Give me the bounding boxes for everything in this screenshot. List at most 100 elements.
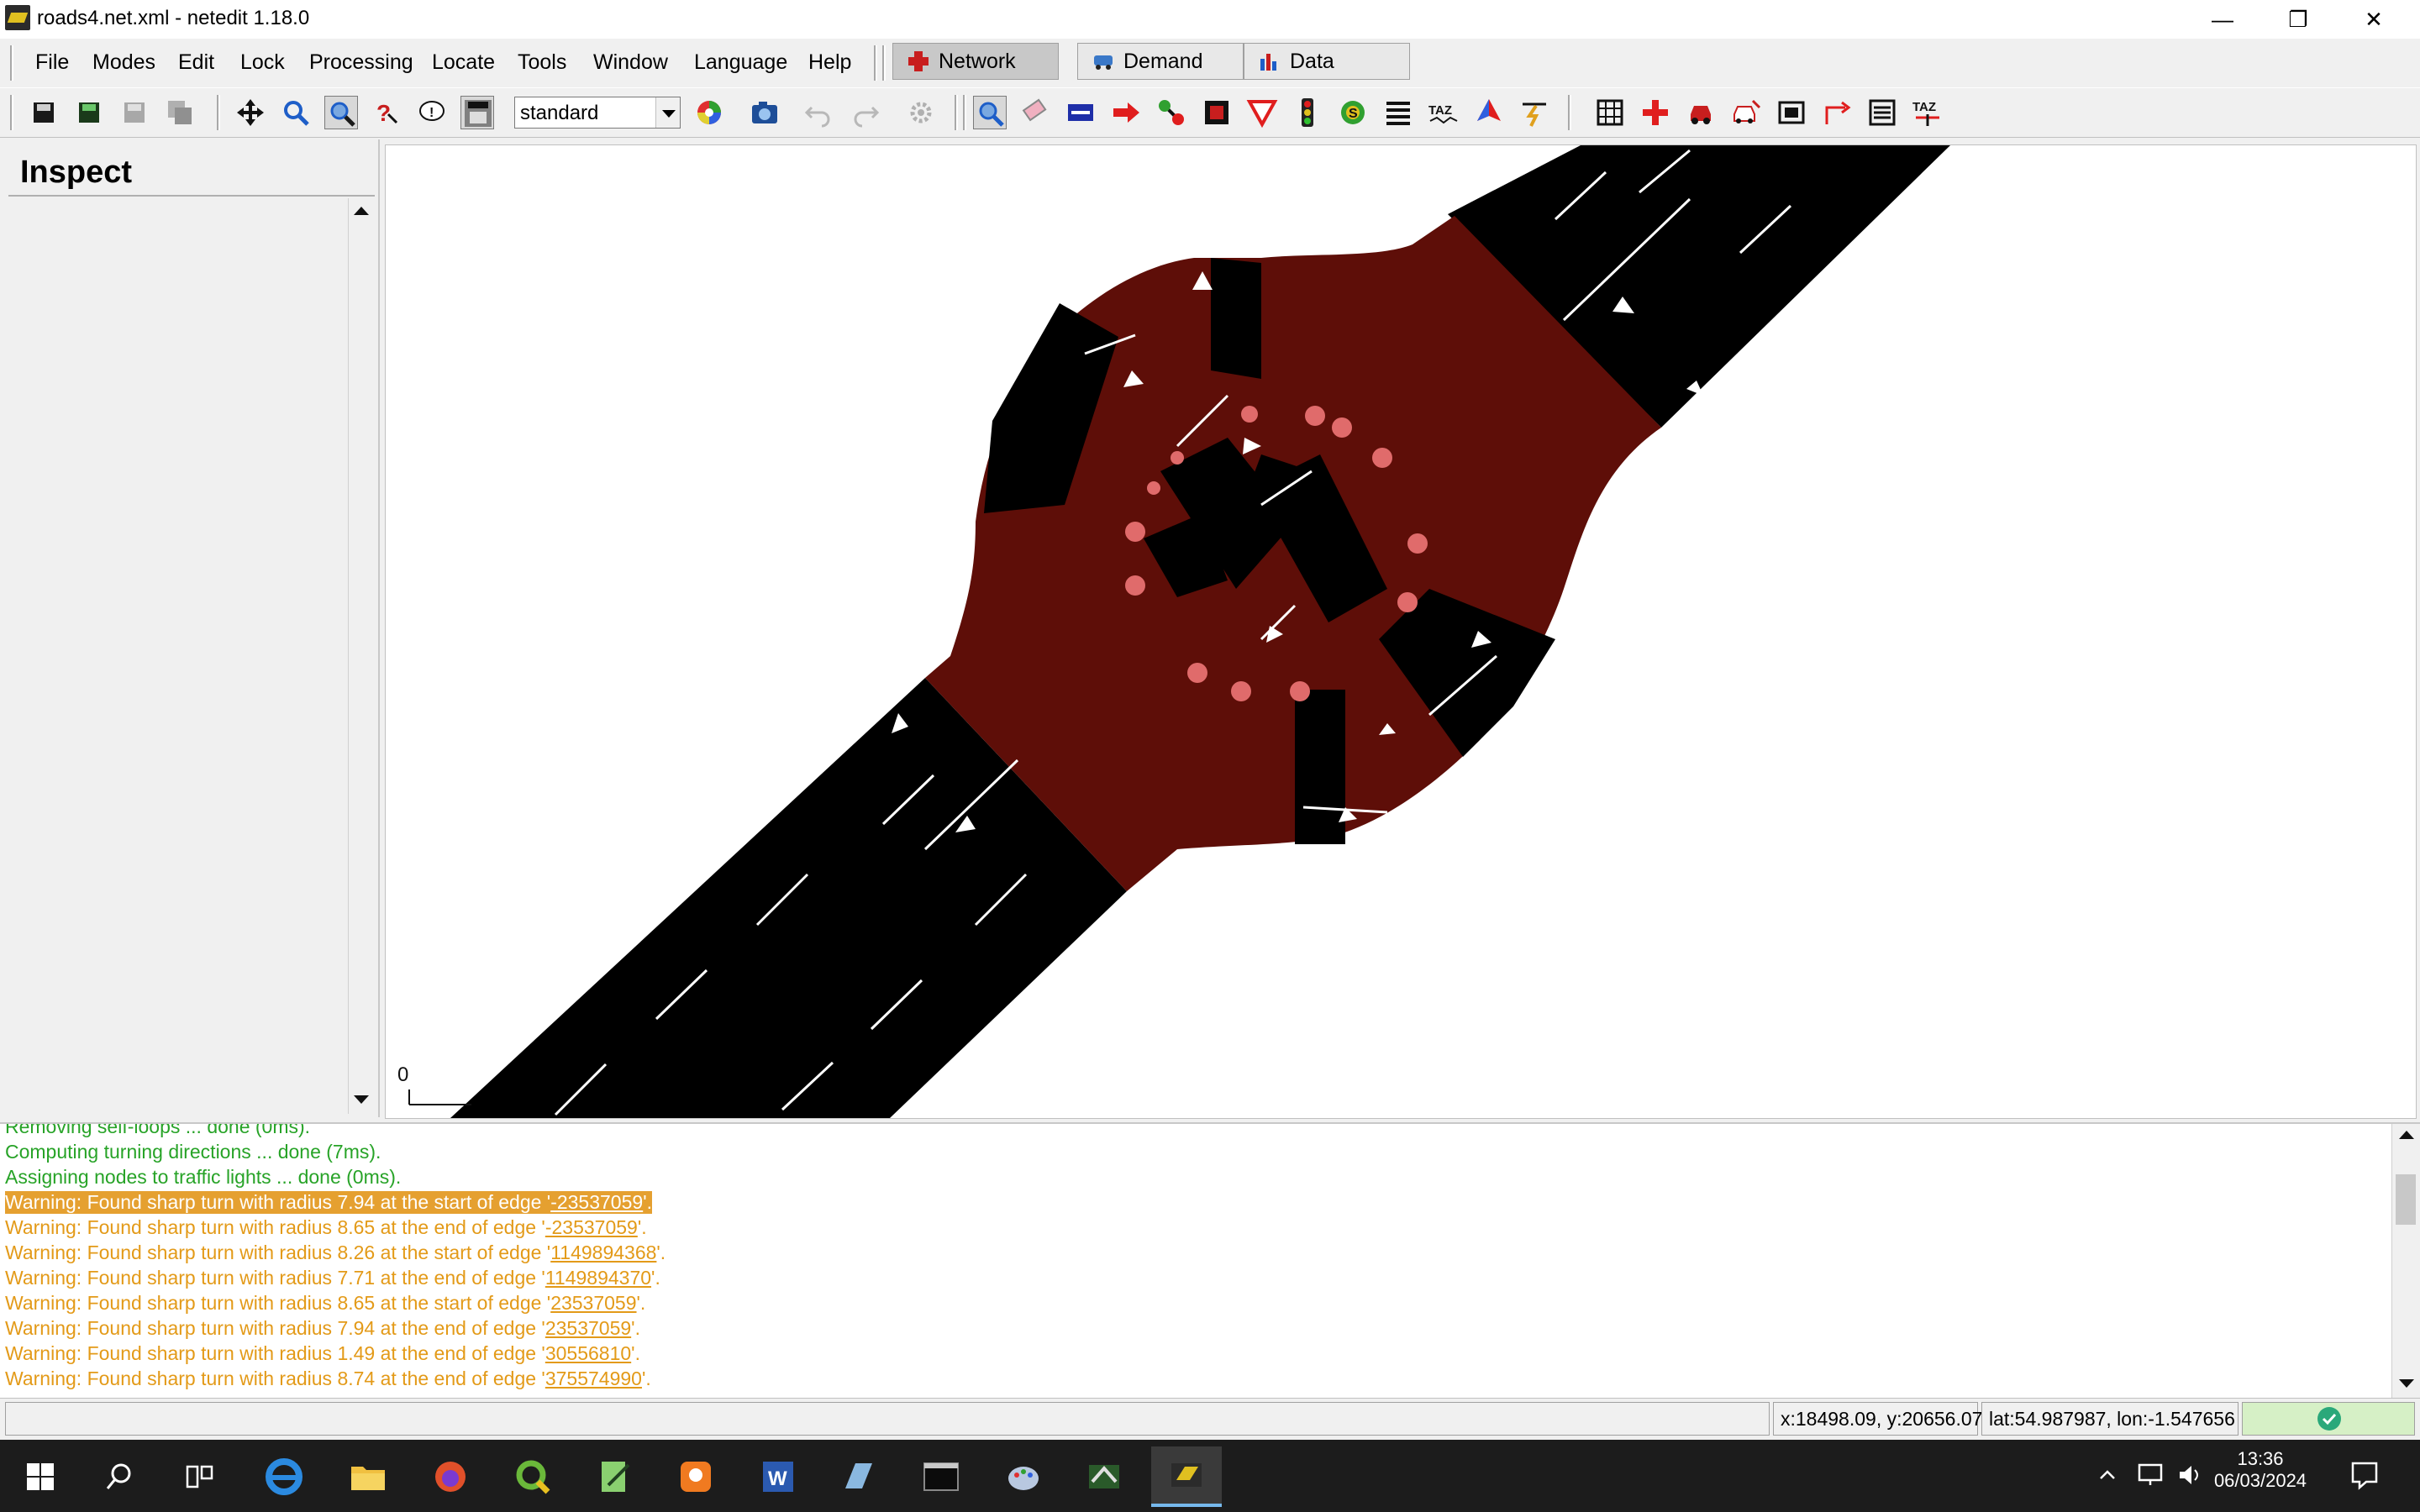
- inspect-mode-icon[interactable]: [973, 96, 1007, 129]
- log-scrollbar[interactable]: [2391, 1124, 2420, 1398]
- menu-tools[interactable]: Tools: [518, 50, 566, 75]
- person-icon[interactable]: [1729, 96, 1763, 129]
- notepad-icon[interactable]: [580, 1446, 650, 1507]
- center-icon[interactable]: [1639, 96, 1672, 129]
- save-all-icon[interactable]: [163, 96, 197, 129]
- minimize-button[interactable]: —: [2185, 0, 2260, 39]
- delete-mode-icon[interactable]: [1018, 96, 1052, 129]
- app-icon[interactable]: [823, 1446, 894, 1507]
- taz-icon[interactable]: TAZ: [1427, 96, 1460, 129]
- save-disabled-icon[interactable]: [118, 96, 151, 129]
- qgis-icon[interactable]: [497, 1446, 568, 1507]
- edge-link[interactable]: -23537059: [550, 1191, 643, 1213]
- network-canvas[interactable]: 0: [385, 144, 2417, 1119]
- task-view-icon[interactable]: [165, 1446, 235, 1507]
- additional-icon[interactable]: S: [1336, 96, 1370, 129]
- menu-processing[interactable]: Processing: [309, 50, 413, 75]
- menu-language[interactable]: Language: [694, 50, 787, 75]
- menu-modes[interactable]: Modes: [92, 50, 155, 75]
- menu-help[interactable]: Help: [808, 50, 851, 75]
- edge-link[interactable]: 375574990: [545, 1368, 642, 1389]
- edge-link[interactable]: 23537059: [545, 1317, 631, 1339]
- data-mode-button[interactable]: Data: [1244, 43, 1410, 80]
- color-wheel-icon[interactable]: [692, 96, 726, 129]
- traffic-light-icon[interactable]: [1291, 96, 1324, 129]
- menu-separator: [874, 45, 877, 81]
- terminal-icon[interactable]: [906, 1446, 976, 1507]
- tooltip-icon[interactable]: !: [415, 96, 449, 129]
- wire-icon[interactable]: [1518, 96, 1551, 129]
- file-explorer-icon[interactable]: [333, 1446, 403, 1507]
- edge-link[interactable]: 30556810: [545, 1342, 631, 1364]
- log-line-selected[interactable]: Warning: Found sharp turn with radius 7.…: [5, 1191, 652, 1214]
- edge-link[interactable]: 1149894368: [550, 1242, 656, 1263]
- help-icon[interactable]: ?: [370, 96, 403, 129]
- network-view[interactable]: 0: [386, 145, 2416, 1118]
- menu-locate[interactable]: Locate: [432, 50, 495, 75]
- notifications-icon[interactable]: [2349, 1460, 2380, 1494]
- pdf-icon[interactable]: [660, 1446, 731, 1507]
- recenter-icon[interactable]: [234, 96, 267, 129]
- grid-icon[interactable]: [1593, 96, 1627, 129]
- network-mode-button[interactable]: Network: [892, 43, 1059, 80]
- clock[interactable]: 13:36 06/03/2024: [2210, 1448, 2311, 1492]
- scroll-up-icon[interactable]: [354, 207, 369, 215]
- toolbar-separator: [963, 95, 966, 130]
- crossing-icon[interactable]: [1381, 96, 1415, 129]
- netedit-icon[interactable]: [1151, 1446, 1222, 1507]
- shape-icon[interactable]: [1472, 96, 1506, 129]
- log-line: Warning: Found sharp turn with radius 1.…: [5, 1342, 640, 1364]
- redo-icon[interactable]: [849, 96, 882, 129]
- save-as-icon[interactable]: [72, 96, 106, 129]
- log-line: Warning: Found sharp turn with radius 8.…: [5, 1242, 666, 1263]
- paint-icon[interactable]: [988, 1446, 1059, 1507]
- settings-icon[interactable]: [904, 96, 938, 129]
- prohibition-icon[interactable]: [1245, 96, 1279, 129]
- close-button[interactable]: ✕: [2336, 0, 2412, 39]
- edge-link[interactable]: 23537059: [550, 1292, 636, 1314]
- locate-icon[interactable]: [324, 96, 358, 129]
- clock-time: 13:36: [2237, 1448, 2284, 1469]
- container-icon[interactable]: [1775, 96, 1808, 129]
- taz-rel-icon[interactable]: TAZ: [1911, 96, 1944, 129]
- zoom-icon[interactable]: [279, 96, 313, 129]
- list-icon[interactable]: [1865, 96, 1899, 129]
- search-icon[interactable]: [84, 1446, 155, 1507]
- firefox-icon[interactable]: [415, 1446, 486, 1507]
- volume-icon[interactable]: [2176, 1462, 2205, 1493]
- title-bar: roads4.net.xml - netedit 1.18.0 — ❐ ✕: [0, 0, 2420, 39]
- select-mode-icon[interactable]: [1064, 96, 1097, 129]
- scroll-up-icon[interactable]: [2399, 1131, 2414, 1139]
- toolbar-separator: [955, 95, 958, 130]
- message-log[interactable]: Removing self-loops ... done (0ms). Comp…: [0, 1122, 2420, 1398]
- sumo-icon[interactable]: [1069, 1446, 1139, 1507]
- scroll-down-icon[interactable]: [2399, 1379, 2414, 1388]
- viewport-scheme-select[interactable]: standard: [514, 97, 681, 129]
- start-icon[interactable]: [5, 1446, 76, 1507]
- edge-link[interactable]: 1149894370: [545, 1267, 651, 1289]
- vehicle-icon[interactable]: [1684, 96, 1718, 129]
- move-mode-icon[interactable]: [1109, 96, 1143, 129]
- screenshot-icon[interactable]: [748, 96, 781, 129]
- panel-scrollbar[interactable]: [348, 198, 374, 1114]
- scroll-thumb[interactable]: [2396, 1174, 2416, 1225]
- connection-icon[interactable]: [1200, 96, 1234, 129]
- word-icon[interactable]: W: [743, 1446, 813, 1507]
- undo-icon[interactable]: [802, 96, 835, 129]
- tray-chevron-icon[interactable]: [2096, 1463, 2119, 1491]
- menu-edit[interactable]: Edit: [178, 50, 214, 75]
- edge-browser-icon[interactable]: [249, 1446, 319, 1507]
- network-tray-icon[interactable]: [2136, 1462, 2165, 1493]
- demand-mode-button[interactable]: Demand: [1077, 43, 1244, 80]
- menu-lock[interactable]: Lock: [240, 50, 285, 75]
- route-icon[interactable]: [1820, 96, 1854, 129]
- scroll-down-icon[interactable]: [354, 1095, 369, 1104]
- create-edge-icon[interactable]: [1155, 96, 1188, 129]
- menu-window[interactable]: Window: [593, 50, 668, 75]
- menu-file[interactable]: File: [35, 50, 69, 75]
- chevron-down-icon[interactable]: [655, 97, 680, 128]
- restore-button[interactable]: ❐: [2260, 0, 2336, 39]
- edge-link[interactable]: -23537059: [545, 1216, 638, 1238]
- menu-icon[interactable]: [460, 96, 494, 129]
- save-icon[interactable]: [27, 96, 60, 129]
